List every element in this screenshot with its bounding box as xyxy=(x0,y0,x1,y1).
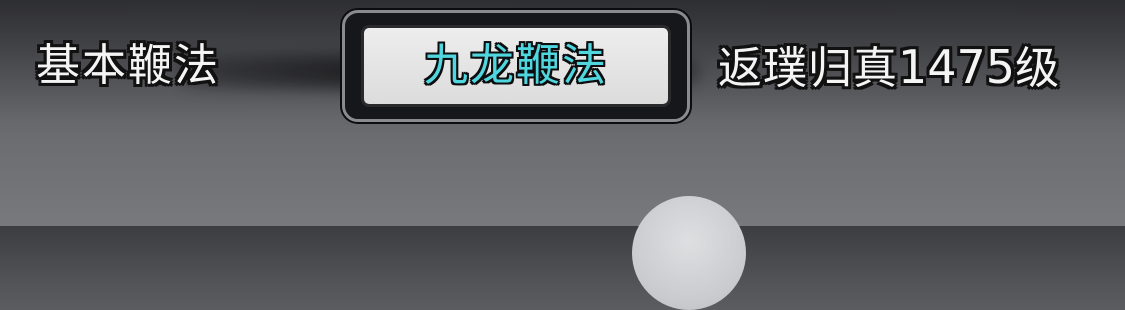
nine-dragon-whip-tab-button[interactable]: 九龙鞭法 xyxy=(361,25,671,107)
level-number: 1475 xyxy=(898,40,1016,94)
level-unit: 级 xyxy=(1015,43,1061,94)
skill-level-display: 返璞归真1475级 xyxy=(718,44,1060,91)
joystick-knob[interactable] xyxy=(632,196,746,310)
selected-skill-label: 九龙鞭法 xyxy=(424,40,608,91)
realm-label: 返璞归真 xyxy=(718,43,898,94)
selected-skill-frame: 九龙鞭法 xyxy=(342,10,690,122)
basic-whip-skill-label[interactable]: 基本鞭法 xyxy=(36,44,220,88)
